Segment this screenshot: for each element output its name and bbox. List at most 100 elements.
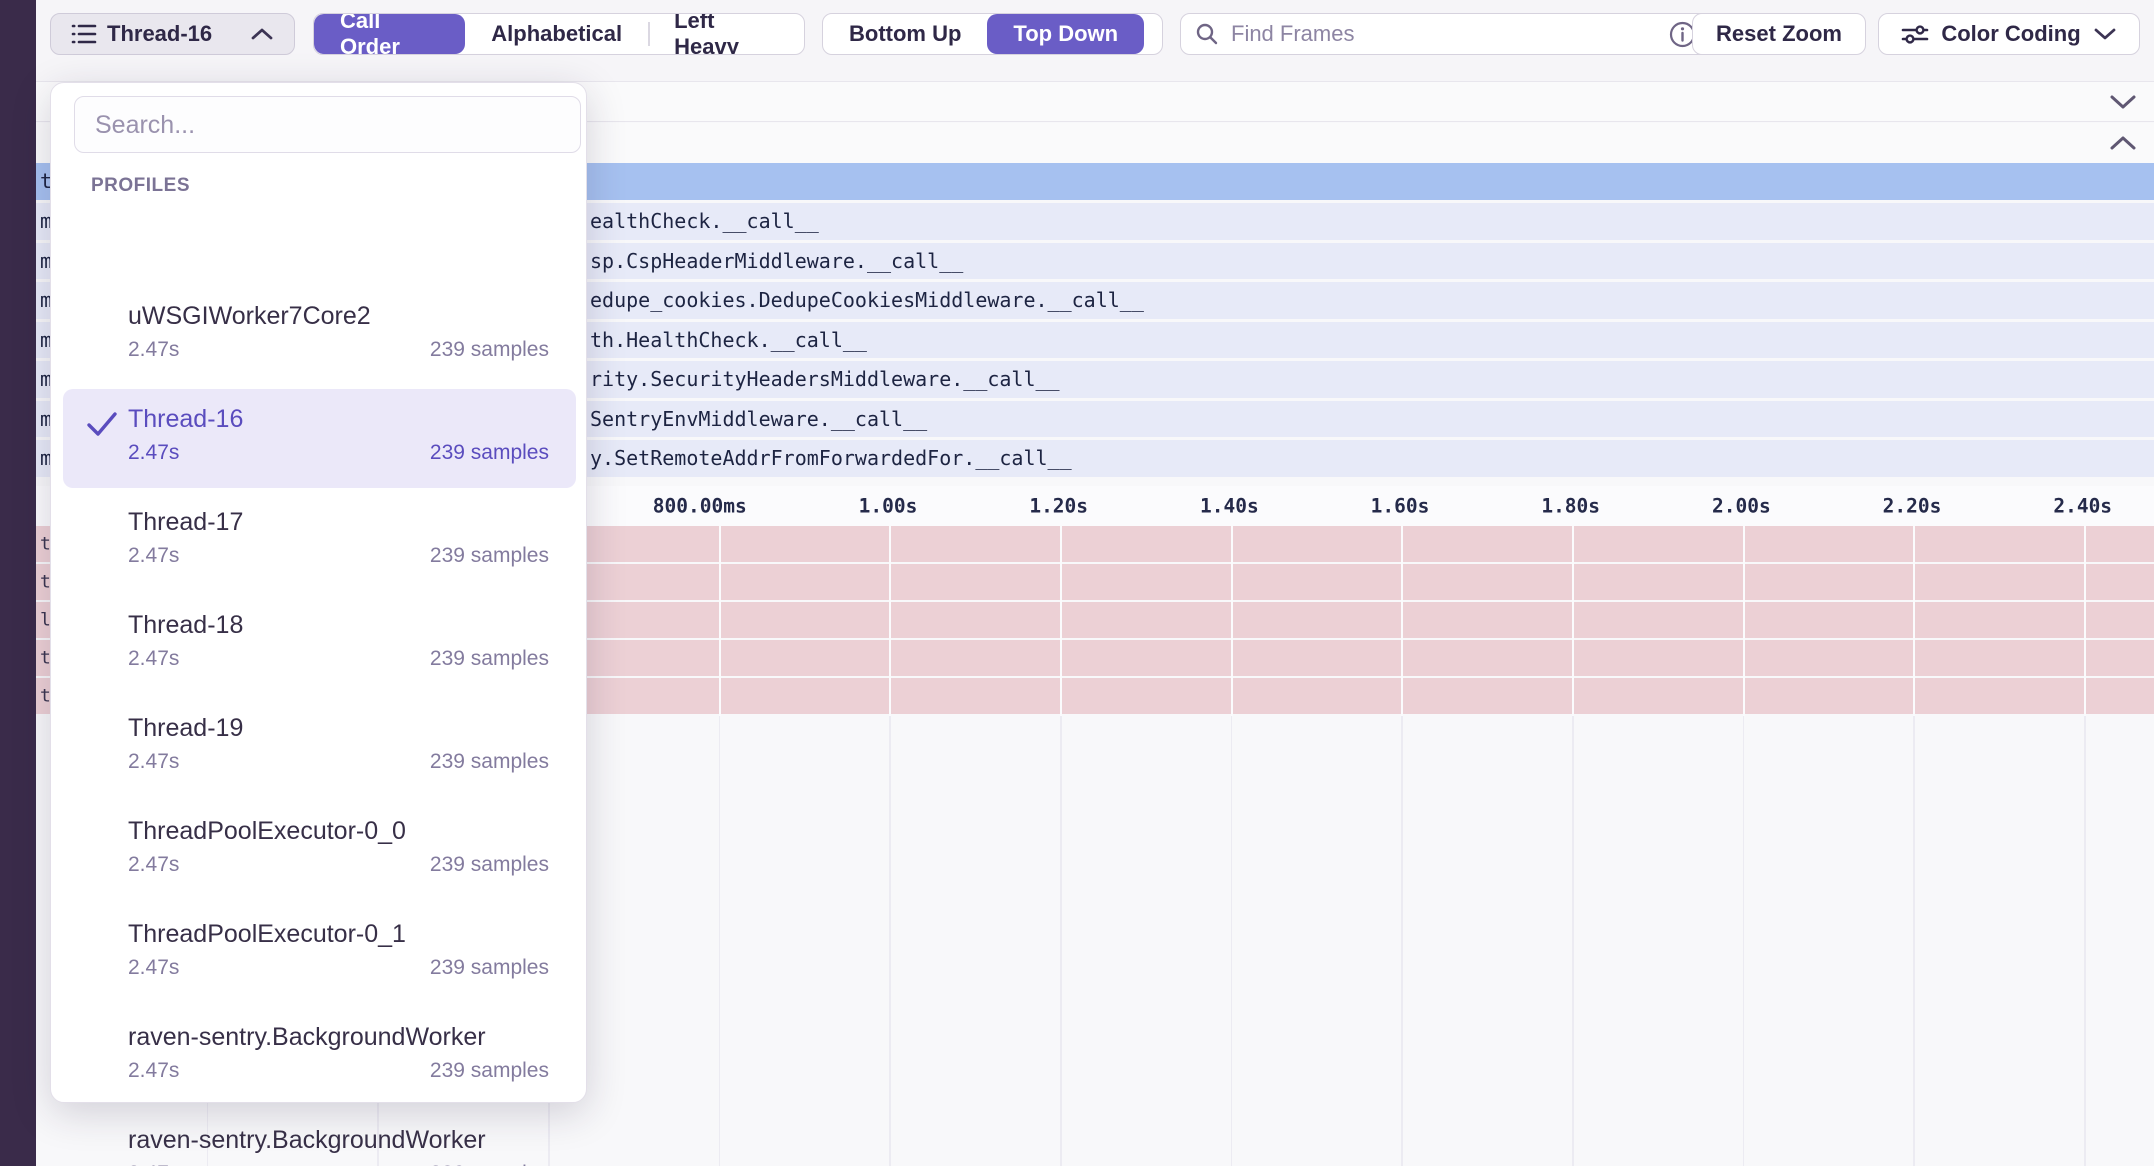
dropdown-search-box (74, 96, 581, 153)
direction-option-bottom-up[interactable]: Bottom Up (823, 14, 987, 54)
frame-text: SentryEnvMiddleware.__call__ (590, 407, 927, 431)
vertical-gridline-pink (1060, 526, 1062, 716)
vertical-gridline (1401, 716, 1403, 1166)
color-coding-label: Color Coding (1941, 21, 2080, 47)
time-tick-label: 2.00s (1712, 495, 1771, 518)
profile-item-duration: 2.47s (128, 956, 179, 980)
vertical-gridline-pink (719, 526, 721, 716)
sort-option-label: Left Heavy (674, 13, 778, 55)
time-tick-label: 1.60s (1371, 495, 1430, 518)
direction-option-label: Top Down (1013, 21, 1118, 47)
time-tick-label: 1.80s (1541, 495, 1600, 518)
list-icon (71, 23, 97, 45)
vertical-gridline-pink (1401, 526, 1403, 716)
profile-item-thread-18[interactable]: Thread-18 2.47s 239 samples (63, 595, 576, 694)
time-tick-label: 1.40s (1200, 495, 1259, 518)
dropdown-search-input[interactable] (93, 97, 566, 154)
vertical-gridline-pink (889, 526, 891, 716)
profile-item-raven-sentry-backgroundworker[interactable]: raven-sentry.BackgroundWorker 2.47s 239 sa… (63, 1110, 576, 1166)
direction-option-top-down[interactable]: Top Down (987, 14, 1144, 54)
thread-selector-label: Thread-16 (107, 21, 240, 47)
profile-item-name: Thread-17 (128, 508, 243, 537)
profile-item-name: Thread-16 (128, 405, 243, 434)
search-icon (1195, 22, 1219, 46)
color-coding-button[interactable]: Color Coding (1878, 13, 2140, 55)
profile-item-thread-16[interactable]: Thread-16 2.47s 239 samples (63, 389, 576, 488)
vertical-gridline-pink (1743, 526, 1745, 716)
vertical-gridline (719, 716, 721, 1166)
profile-item-duration: 2.47s (128, 544, 179, 568)
sort-option-left-heavy[interactable]: Left Heavy (648, 14, 804, 54)
vertical-gridline-pink (2084, 526, 2086, 716)
frame-text: rity.SecurityHeadersMiddleware.__call__ (590, 367, 1060, 391)
frame-text: ealthCheck.__call__ (590, 209, 819, 233)
reset-zoom-button[interactable]: Reset Zoom (1692, 13, 1866, 55)
profile-item-duration: 2.47s (128, 647, 179, 671)
sort-option-call-order[interactable]: Call Order (314, 14, 465, 54)
profile-item-samples: 239 samples (430, 750, 549, 774)
profile-item-name: raven-sentry.BackgroundWorker (128, 1023, 486, 1052)
profile-item-duration: 2.47s (128, 1059, 179, 1083)
profile-item-duration: 2.47s (128, 1162, 179, 1166)
frame-text: edupe_cookies.DedupeCookiesMiddleware.__… (590, 288, 1144, 312)
time-tick-label: 2.40s (2053, 495, 2112, 518)
profile-item-samples: 239 samples (430, 1059, 549, 1083)
profile-item-raven-sentry-backgroundworker[interactable]: raven-sentry.BackgroundWorker 2.47s 239 sa… (63, 1007, 576, 1106)
vertical-gridline (1060, 716, 1062, 1166)
reset-zoom-label: Reset Zoom (1716, 21, 1842, 47)
direction-segmented-control: Bottom Up Top Down (822, 13, 1163, 55)
find-frames-input[interactable] (1229, 20, 1659, 48)
vertical-gridline (889, 716, 891, 1166)
profile-item-uwsgiworker7core2[interactable]: uWSGIWorker7Core2 2.47s 239 samples (63, 286, 576, 385)
sort-mode-segmented-control: Call Order Alphabetical Left Heavy (313, 13, 805, 55)
profile-item-name: Thread-18 (128, 611, 243, 640)
sliders-icon (1901, 22, 1929, 46)
sort-option-alphabetical[interactable]: Alphabetical (465, 14, 648, 54)
time-tick-label: 800.00ms (653, 495, 747, 518)
profile-item-threadpoolexecutor-0-1[interactable]: ThreadPoolExecutor-0_1 2.47s 239 samples (63, 904, 576, 1003)
profile-item-duration: 2.47s (128, 750, 179, 774)
left-rail (0, 0, 36, 1166)
vertical-gridline-pink (1231, 526, 1233, 716)
chevron-down-icon (2093, 27, 2117, 41)
vertical-gridline (2084, 716, 2086, 1166)
profile-item-threadpoolexecutor-0-0[interactable]: ThreadPoolExecutor-0_02.47s239 samples (63, 801, 576, 900)
time-tick-label: 1.00s (859, 495, 918, 518)
profile-item-name: Thread-19 (128, 714, 243, 743)
sort-option-label: Call Order (340, 13, 439, 55)
profile-item-samples: 239 samples (430, 1162, 549, 1166)
profile-item-samples: 239 samples (430, 956, 549, 980)
profile-item-samples: 239 samples (430, 647, 549, 671)
vertical-gridline (1231, 716, 1233, 1166)
toolbar: Thread-16 Call Order Alphabetical Left Hea… (36, 0, 2154, 82)
vertical-gridline (1572, 716, 1574, 1166)
profile-item-samples: 239 samples (430, 338, 549, 362)
profile-item-duration: 2.47s (128, 338, 179, 362)
vertical-gridline-pink (1572, 526, 1574, 716)
vertical-gridline (1913, 716, 1915, 1166)
profile-item-name: raven-sentry.BackgroundWorker (128, 1126, 486, 1155)
profile-item-samples: 239 samples (430, 853, 549, 877)
profile-item-name: ThreadPoolExecutor-0_1 (128, 920, 406, 949)
profile-item-name: ThreadPoolExecutor-0_0 (128, 817, 406, 846)
vertical-gridline-pink (1913, 526, 1915, 716)
profile-item-name: uWSGIWorker7Core2 (128, 302, 371, 331)
checkmark-icon (85, 409, 119, 439)
direction-option-label: Bottom Up (849, 21, 961, 47)
thread-dropdown-panel: PROFILES uWSGIWorker7Core2 2.47s 239 sampl… (50, 82, 587, 1103)
vertical-gridline (1743, 716, 1745, 1166)
profile-item-thread-19[interactable]: Thread-19 2.47s 239 samples (63, 698, 576, 797)
sort-option-label: Alphabetical (491, 21, 622, 47)
profile-item-samples: 239 samples (430, 544, 549, 568)
profiles-section-label: PROFILES (91, 175, 190, 197)
frame-text: y.SetRemoteAddrFromForwardedFor.__call__ (590, 446, 1072, 470)
find-frames-box (1180, 13, 1711, 55)
profiler-app: Thread-16 Call Order Alphabetical Left Hea… (0, 0, 2154, 1166)
chevron-up-icon (250, 27, 274, 41)
thread-selector-button[interactable]: Thread-16 (50, 13, 295, 55)
section-collapse-chevron-down-icon[interactable] (2108, 93, 2138, 111)
profile-item-samples: 239 samples (430, 441, 549, 465)
section-collapse-chevron-up-icon[interactable] (2108, 134, 2138, 152)
profile-item-duration: 2.47s (128, 441, 179, 465)
profile-item-thread-17[interactable]: Thread-17 2.47s 239 samples (63, 492, 576, 591)
